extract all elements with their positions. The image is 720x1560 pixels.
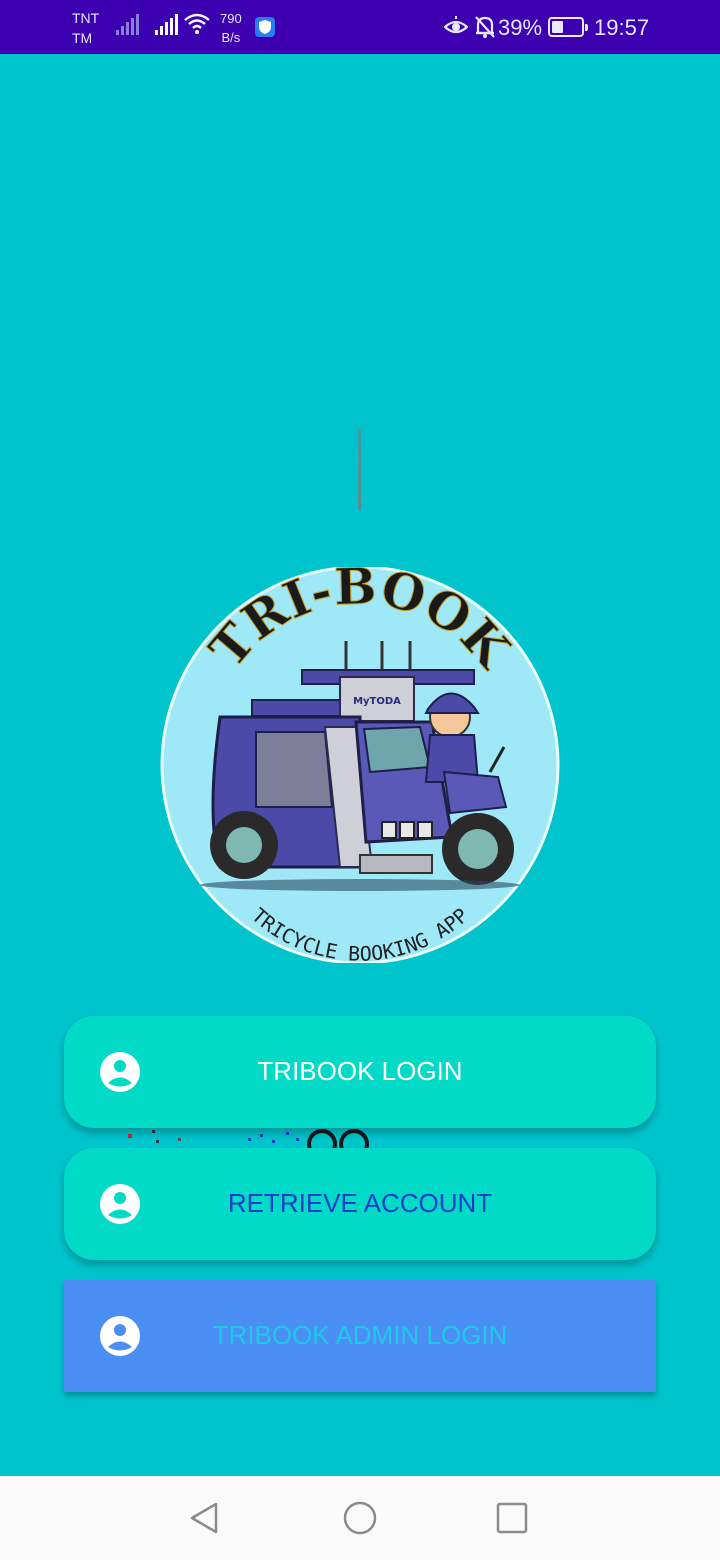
bell-off-icon <box>475 16 495 38</box>
tribook-login-button[interactable]: TRIBOOK LOGIN <box>64 1016 656 1128</box>
eye-icon <box>444 16 468 34</box>
carrier-line-1: TNT <box>72 10 100 26</box>
wifi-icon <box>184 13 210 34</box>
battery-fill <box>552 21 563 33</box>
progress-indicator <box>358 428 361 510</box>
status-bar: TNT TM 790 B/s 39% 19:57 <box>0 0 720 54</box>
battery-icon <box>548 17 588 37</box>
retrieve-account-button[interactable]: RETRIEVE ACCOUNT <box>64 1148 656 1260</box>
net-speed-unit: B/s <box>221 30 241 45</box>
recents-icon[interactable] <box>494 1500 530 1536</box>
battery-percent: 39% <box>498 15 543 40</box>
svg-text:MyTODA: MyTODA <box>353 696 401 707</box>
tribook-login-label: TRIBOOK LOGIN <box>257 1056 463 1086</box>
tribook-admin-login-button[interactable]: TRIBOOK ADMIN LOGIN <box>64 1280 656 1392</box>
battery-nub <box>585 24 588 31</box>
back-icon[interactable] <box>186 1500 222 1536</box>
net-speed: 790 B/s <box>220 9 242 47</box>
navigation-bar <box>0 1476 720 1560</box>
shield-icon <box>255 17 275 37</box>
home-icon[interactable] <box>342 1500 378 1536</box>
carrier-label: TNT TM <box>72 8 99 48</box>
retrieve-account-label: RETRIEVE ACCOUNT <box>227 1188 493 1218</box>
net-speed-value: 790 <box>220 11 242 26</box>
tribook-admin-login-label: TRIBOOK ADMIN LOGIN <box>212 1320 508 1350</box>
carrier-line-2: TM <box>72 30 93 46</box>
app-logo: TRI-BOOK TRICYCLE BOOKING APP MyTODA <box>160 567 560 963</box>
signal-icon <box>116 14 139 35</box>
signal-icon <box>155 14 178 35</box>
clock: 19:57 <box>594 15 650 40</box>
